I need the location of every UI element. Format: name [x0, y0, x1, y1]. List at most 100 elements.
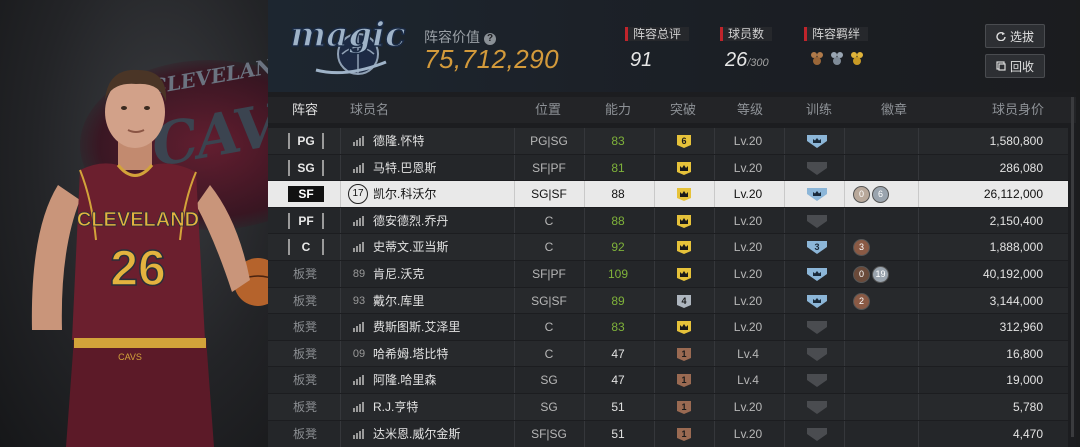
player-name[interactable]: 达米恩.威尔金斯 [373, 421, 460, 447]
badge-icon[interactable]: 0 [853, 186, 870, 204]
training-icon[interactable] [806, 373, 828, 388]
table-row[interactable]: 板凳 阿隆.哈里森 SG 47 1 Lv.4 19,000 [268, 366, 1068, 394]
column-divider [918, 420, 919, 447]
player-name[interactable]: 凯尔.科沃尔 [373, 181, 436, 207]
bench-slot[interactable]: 板凳 [293, 314, 317, 340]
table-row[interactable]: 板凳 09 哈希姆.塔比特 C 47 1 Lv.4 16,800 [268, 339, 1068, 367]
training-icon[interactable] [806, 294, 828, 309]
training-icon[interactable] [806, 267, 828, 282]
table-row[interactable]: PG 德隆.怀特 PG|SG 83 6 Lv.20 1,580,800 [268, 127, 1068, 154]
column-divider [340, 234, 341, 261]
bench-slot[interactable]: 板凳 [293, 341, 317, 367]
roster-panel: magic 阵容价值? 75,712,290 阵容总评 91 球员数 26/30… [268, 0, 1076, 447]
column-divider [714, 420, 715, 447]
col-breakthrough[interactable]: 突破 [670, 97, 696, 123]
column-divider [654, 394, 655, 420]
bench-slot[interactable]: 板凳 [293, 394, 317, 420]
col-price[interactable]: 球员身价 [992, 97, 1044, 123]
bench-slot[interactable]: 板凳 [293, 421, 317, 447]
table-row[interactable]: SG 马特.巴恩斯 SF|PF 81 Lv.20 286,080 [268, 153, 1068, 181]
breakthrough-crown-icon[interactable] [675, 214, 693, 229]
training-icon[interactable] [806, 161, 828, 176]
col-ability[interactable]: 能力 [605, 97, 631, 123]
col-training[interactable]: 训练 [806, 97, 832, 123]
table-row[interactable]: PF 德安德烈.乔丹 C 88 Lv.20 2,150,400 [268, 206, 1068, 234]
breakthrough-crown-icon[interactable] [675, 320, 693, 335]
bench-slot[interactable]: 板凳 [293, 261, 317, 287]
player-position: C [544, 320, 554, 335]
table-row[interactable]: 板凳 R.J.亨特 SG 51 1 Lv.20 5,780 [268, 393, 1068, 420]
breakthrough-crown-icon[interactable] [675, 267, 693, 282]
col-lineup[interactable]: 阵容 [292, 97, 318, 123]
select-button-label: 选拔 [1009, 29, 1034, 44]
player-name[interactable]: 阿隆.哈里森 [373, 367, 436, 393]
column-divider [714, 154, 715, 181]
breakthrough-level: 4 [681, 296, 686, 306]
badge-icon[interactable]: 19 [872, 266, 889, 283]
player-ability: 51 [611, 426, 625, 441]
player-name[interactable]: 马特.巴恩斯 [373, 155, 436, 181]
player-name[interactable]: 肯尼.沃克 [373, 261, 424, 287]
table-row[interactable]: 板凳 费斯图斯.艾泽里 C 83 Lv.20 312,960 [268, 313, 1068, 341]
table-row[interactable]: C 史蒂文.亚当斯 C 92 Lv.20 3 3 1,888,000 [268, 233, 1068, 261]
breakthrough-crown-icon[interactable] [675, 240, 693, 255]
breakthrough-crown-icon[interactable] [675, 187, 693, 202]
training-icon[interactable] [806, 400, 828, 415]
recycle-button[interactable]: 回收 [985, 54, 1045, 78]
breakthrough-crown-icon[interactable] [675, 161, 693, 176]
badge-icon[interactable]: 2 [853, 292, 870, 310]
col-position[interactable]: 位置 [535, 97, 561, 123]
player-count-max: /300 [747, 57, 769, 69]
table-row[interactable]: 板凳 89 肯尼.沃克 SF|PF 109 Lv.20 0 19 40,192,000 [268, 260, 1068, 287]
column-divider [584, 367, 585, 394]
column-divider [654, 340, 655, 367]
jersey-number: 89 [352, 268, 366, 280]
player-name[interactable]: 史蒂文.亚当斯 [373, 234, 448, 260]
select-button[interactable]: 选拔 [985, 24, 1045, 48]
team-logo-text: magic [290, 15, 406, 55]
col-name[interactable]: 球员名 [350, 97, 389, 123]
breakthrough-level-icon[interactable]: 1 [675, 427, 693, 442]
breakthrough-level-icon[interactable]: 6 [675, 134, 693, 149]
bench-slot[interactable]: 板凳 [293, 367, 317, 393]
player-name[interactable]: R.J.亨特 [373, 394, 418, 420]
lineup-slot[interactable]: SF [288, 186, 324, 203]
breakthrough-level-icon[interactable]: 1 [675, 373, 693, 388]
breakthrough-level-icon[interactable]: 1 [675, 347, 693, 362]
synergy-label: 阵容羁绊 [804, 27, 869, 41]
synergy-silver-icon[interactable] [829, 50, 845, 66]
refresh-icon [996, 31, 1006, 41]
col-badge[interactable]: 徽章 [881, 97, 907, 123]
synergy-bronze-icon[interactable] [809, 50, 825, 66]
training-icon[interactable] [806, 134, 828, 149]
breakthrough-level-icon[interactable]: 1 [675, 400, 693, 415]
player-count-label: 球员数 [720, 27, 773, 41]
training-icon[interactable] [806, 427, 828, 442]
training-icon[interactable] [806, 347, 828, 362]
badge-icon[interactable]: 0 [853, 266, 870, 283]
training-icon[interactable] [806, 320, 828, 335]
player-name[interactable]: 哈希姆.塔比特 [373, 341, 448, 367]
training-icon[interactable]: 3 [806, 240, 828, 255]
player-name[interactable]: 德安德烈.乔丹 [373, 208, 448, 234]
badge-icon[interactable]: 6 [872, 186, 889, 204]
badge-icon[interactable]: 3 [853, 239, 870, 257]
breakthrough-level-icon[interactable]: 4 [675, 294, 693, 309]
player-name[interactable]: 费斯图斯.艾泽里 [373, 314, 460, 340]
training-icon[interactable] [806, 187, 828, 202]
lineup-slot[interactable]: C [288, 239, 324, 256]
column-divider [654, 287, 655, 314]
table-row[interactable]: 板凳 达米恩.威尔金斯 SF|SG 51 1 Lv.20 4,470 [268, 419, 1068, 447]
player-name[interactable]: 戴尔.库里 [373, 288, 424, 314]
scrollbar[interactable] [1071, 97, 1074, 437]
table-row[interactable]: 板凳 93 戴尔.库里 SG|SF 89 4 Lv.20 2 3,144,000 [268, 286, 1068, 314]
bench-slot[interactable]: 板凳 [293, 288, 317, 314]
lineup-slot[interactable]: PG [288, 133, 324, 149]
col-level[interactable]: 等级 [737, 97, 763, 123]
player-name[interactable]: 德隆.怀特 [373, 128, 424, 154]
table-row[interactable]: SF 17 凯尔.科沃尔 SG|SF 88 Lv.20 0 6 26,112,000 [268, 180, 1068, 208]
lineup-slot[interactable]: SG [288, 159, 324, 176]
lineup-slot[interactable]: PF [288, 212, 324, 229]
training-icon[interactable] [806, 214, 828, 229]
synergy-gold-icon[interactable] [849, 50, 865, 66]
